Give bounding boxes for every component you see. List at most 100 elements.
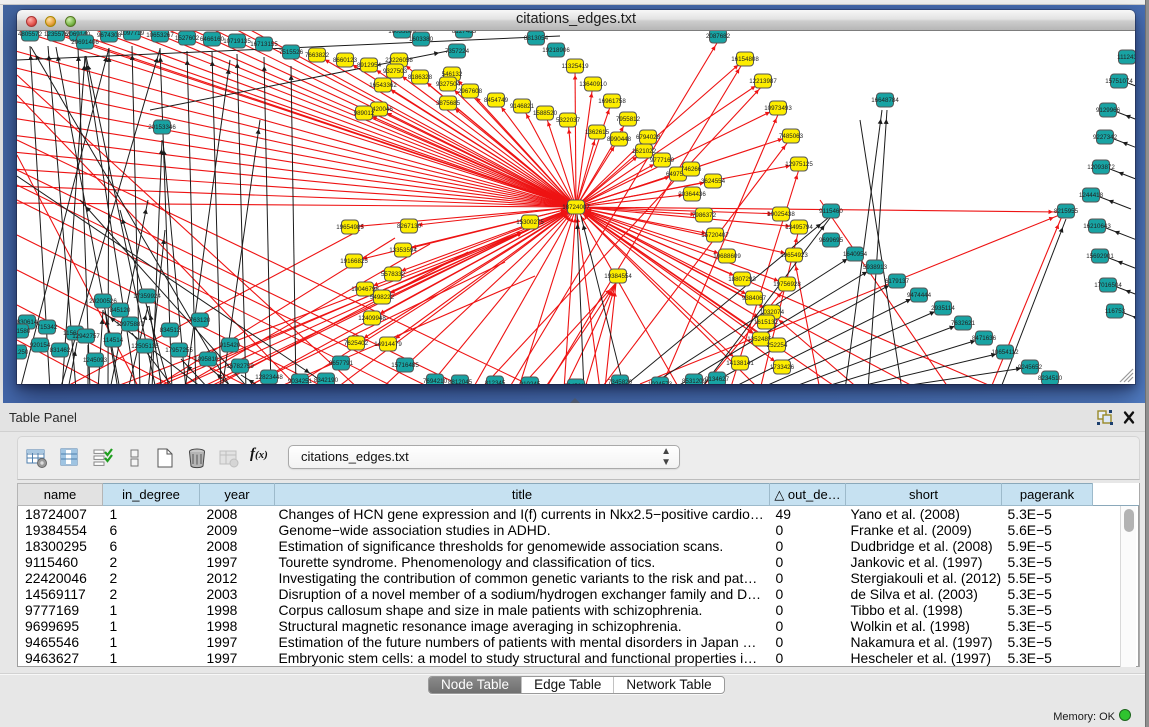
svg-text:391580: 391580 — [17, 328, 31, 335]
svg-text:17957255: 17957255 — [165, 347, 193, 354]
svg-text:1362615: 1362615 — [585, 129, 610, 136]
svg-text:8660123: 8660123 — [333, 57, 358, 64]
svg-text:1733426: 1733426 — [770, 364, 795, 371]
svg-text:9674308: 9674308 — [97, 32, 122, 39]
svg-text:8813054: 8813054 — [524, 35, 549, 42]
svg-text:7625402: 7625402 — [344, 340, 369, 347]
svg-text:9245013: 9245013 — [564, 383, 589, 384]
svg-text:10688609: 10688609 — [713, 253, 741, 260]
svg-text:7694210: 7694210 — [423, 378, 448, 384]
svg-text:8531209: 8531209 — [682, 378, 707, 384]
svg-text:9327504: 9327504 — [436, 81, 461, 88]
svg-text:19384554: 19384554 — [604, 273, 632, 280]
svg-text:16154808: 16154808 — [731, 56, 759, 63]
svg-text:10025438: 10025438 — [767, 211, 795, 218]
svg-text:19166825: 19166825 — [340, 258, 368, 265]
svg-text:12409948: 12409948 — [358, 315, 386, 322]
svg-text:5578332: 5578332 — [381, 271, 406, 278]
svg-text:9327503: 9327503 — [383, 68, 408, 75]
svg-text:3624554: 3624554 — [701, 178, 726, 185]
svg-text:12505135: 12505135 — [131, 343, 159, 350]
svg-text:8990448: 8990448 — [607, 136, 632, 143]
svg-text:7986372: 7986372 — [692, 212, 717, 219]
svg-text:8812045: 8812045 — [448, 379, 473, 384]
svg-text:746266: 746266 — [681, 166, 702, 173]
svg-text:23226058: 23226058 — [385, 57, 413, 64]
svg-text:1615132: 1615132 — [754, 319, 779, 326]
svg-text:12213987: 12213987 — [749, 78, 777, 85]
svg-text:8454749: 8454749 — [484, 97, 509, 104]
svg-text:8186328: 8186328 — [408, 74, 433, 81]
svg-text:10973493: 10973493 — [764, 105, 792, 112]
svg-text:1588520: 1588520 — [533, 110, 558, 117]
svg-text:6794028: 6794028 — [636, 134, 661, 141]
svg-text:1603380: 1603380 — [409, 36, 434, 43]
svg-text:2087682: 2087682 — [706, 33, 731, 40]
svg-text:9699695: 9699695 — [819, 237, 844, 244]
svg-text:3875685: 3875685 — [436, 100, 461, 107]
svg-text:8912954: 8912954 — [357, 62, 382, 69]
svg-text:8215955: 8215955 — [1054, 208, 1079, 215]
svg-text:10653267: 10653267 — [146, 32, 174, 39]
svg-text:9657791: 9657791 — [329, 360, 354, 367]
svg-text:920154: 920154 — [30, 342, 51, 349]
svg-text:8127463: 8127463 — [452, 31, 477, 35]
svg-text:7357224: 7357224 — [445, 48, 470, 55]
svg-text:9777169: 9777169 — [650, 157, 675, 164]
svg-text:9245652: 9245652 — [1018, 364, 1043, 371]
svg-text:812345: 812345 — [485, 380, 506, 384]
svg-text:8234510: 8234510 — [1038, 375, 1063, 382]
svg-text:834512: 834512 — [160, 327, 181, 334]
svg-text:17016504: 17016504 — [1094, 282, 1122, 289]
svg-text:15300275: 15300275 — [516, 219, 544, 226]
svg-text:9384067: 9384067 — [742, 295, 767, 302]
svg-text:915420: 915420 — [220, 342, 241, 349]
svg-text:15716485: 15716485 — [391, 362, 419, 369]
svg-text:15692901: 15692901 — [1086, 253, 1114, 260]
svg-text:9134627: 9134627 — [705, 376, 730, 383]
svg-text:14138141: 14138141 — [726, 360, 754, 367]
svg-text:1024573: 1024573 — [648, 381, 673, 384]
svg-text:17359924: 17359924 — [133, 293, 161, 300]
svg-text:13353594: 13353594 — [389, 247, 417, 254]
svg-text:6179137: 6179137 — [885, 278, 910, 285]
svg-text:12823448: 12823448 — [255, 374, 283, 381]
svg-text:9146821: 9146821 — [510, 103, 535, 110]
svg-text:2935114: 2935114 — [931, 305, 955, 312]
svg-text:18724007: 18724007 — [562, 204, 590, 211]
svg-text:1621022: 1621022 — [632, 148, 657, 155]
svg-text:20364436: 20364436 — [678, 191, 706, 198]
svg-text:7485063: 7485063 — [779, 133, 804, 140]
svg-text:16543362: 16543362 — [369, 82, 397, 89]
svg-text:114514: 114514 — [103, 337, 124, 344]
svg-text:19756928: 19756928 — [773, 281, 801, 288]
svg-text:7632621: 7632621 — [951, 320, 976, 327]
svg-text:10719135: 10719135 — [223, 38, 251, 45]
svg-text:13495794: 13495794 — [785, 224, 813, 231]
svg-text:12942757: 12942757 — [72, 333, 100, 340]
svg-text:9129966: 9129966 — [1096, 107, 1121, 114]
svg-text:7515526: 7515526 — [279, 49, 304, 56]
svg-text:1245093: 1245093 — [83, 357, 108, 364]
svg-text:20691406: 20691406 — [71, 39, 99, 46]
svg-text:12093872: 12093872 — [1087, 164, 1115, 171]
svg-text:9227342: 9227342 — [1093, 134, 1118, 141]
svg-text:16648784: 16648784 — [871, 97, 899, 104]
svg-text:15720407: 15720407 — [701, 232, 729, 239]
svg-text:1235576: 1235576 — [44, 31, 69, 38]
svg-text:731250: 731250 — [17, 349, 29, 356]
svg-text:1640954: 1640954 — [843, 251, 868, 258]
svg-text:10975887: 10975887 — [116, 321, 144, 328]
svg-text:5938913: 5938913 — [863, 264, 888, 271]
svg-text:10654112: 10654112 — [991, 349, 1019, 356]
svg-text:763120: 763120 — [190, 317, 211, 324]
svg-text:19218906: 19218906 — [542, 47, 570, 54]
svg-text:831462: 831462 — [50, 347, 71, 354]
svg-text:10958107: 10958107 — [194, 356, 222, 363]
svg-text:7663822: 7663822 — [305, 52, 330, 59]
svg-text:9474444: 9474444 — [907, 292, 932, 299]
svg-text:8471636: 8471636 — [972, 335, 997, 342]
svg-text:111243: 111243 — [1117, 54, 1135, 61]
svg-text:13640910: 13640910 — [579, 81, 607, 88]
svg-text:20153346: 20153346 — [148, 124, 176, 131]
